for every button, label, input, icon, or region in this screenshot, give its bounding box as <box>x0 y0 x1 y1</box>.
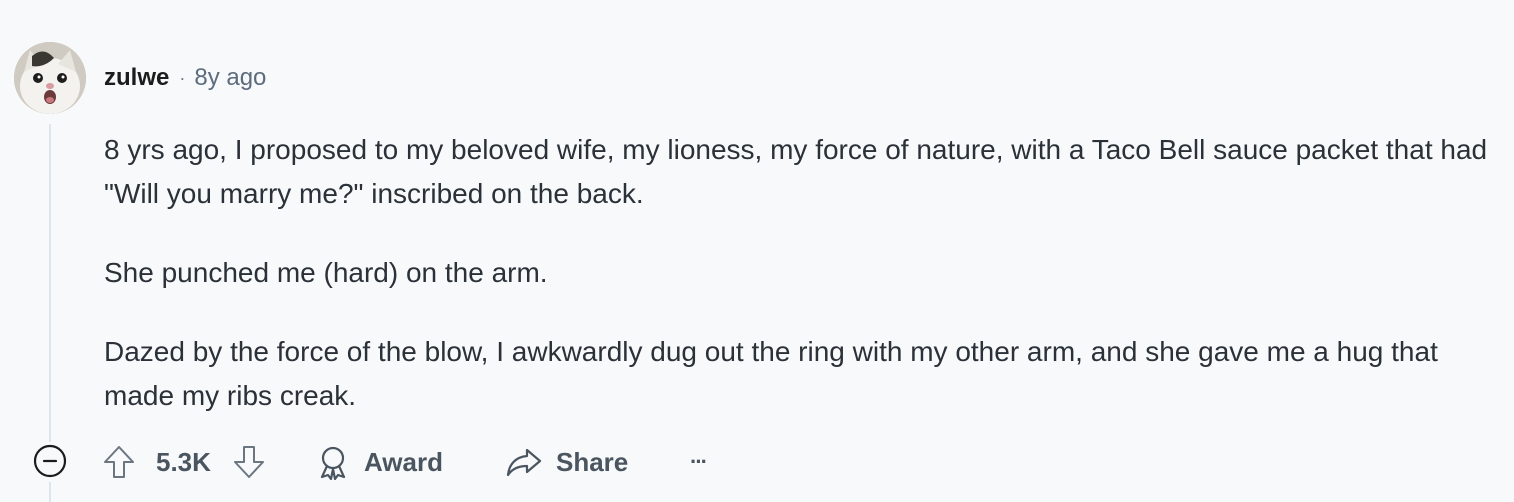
upvote-button[interactable] <box>102 438 136 486</box>
award-button[interactable]: Award <box>316 438 443 486</box>
award-label: Award <box>364 446 443 477</box>
downvote-button[interactable] <box>232 438 266 486</box>
thread-line[interactable] <box>49 124 51 442</box>
more-options-button[interactable]: ··· <box>690 438 708 486</box>
cat-avatar-image <box>14 42 86 114</box>
arrow-down-icon <box>232 444 266 480</box>
comment-paragraph: Dazed by the force of the blow, I awkwar… <box>104 336 1438 411</box>
username[interactable]: zulwe <box>104 64 169 92</box>
comment-actions: 5.3K Award Share ··· <box>0 438 1514 486</box>
comment: zulwe · 8y ago 8 yrs ago, I proposed to … <box>0 0 1514 502</box>
share-arrow-icon <box>506 445 542 479</box>
arrow-up-icon <box>102 444 136 480</box>
minus-circle-icon <box>33 444 67 478</box>
comment-paragraph: She punched me (hard) on the arm. <box>104 257 548 288</box>
comment-meta: zulwe · 8y ago <box>104 62 266 94</box>
comment-body: 8 yrs ago, I proposed to my beloved wife… <box>104 128 1499 453</box>
share-label: Share <box>556 446 629 477</box>
avatar[interactable] <box>14 42 86 114</box>
share-button[interactable]: Share <box>506 438 628 486</box>
more-options-label: ··· <box>690 449 708 474</box>
award-ribbon-icon <box>316 444 350 480</box>
timestamp[interactable]: 8y ago <box>194 64 266 92</box>
comment-paragraph: 8 yrs ago, I proposed to my beloved wife… <box>104 134 1488 209</box>
meta-separator: · <box>179 67 186 88</box>
collapse-button[interactable] <box>33 444 67 478</box>
vote-score: 5.3K <box>156 446 211 477</box>
